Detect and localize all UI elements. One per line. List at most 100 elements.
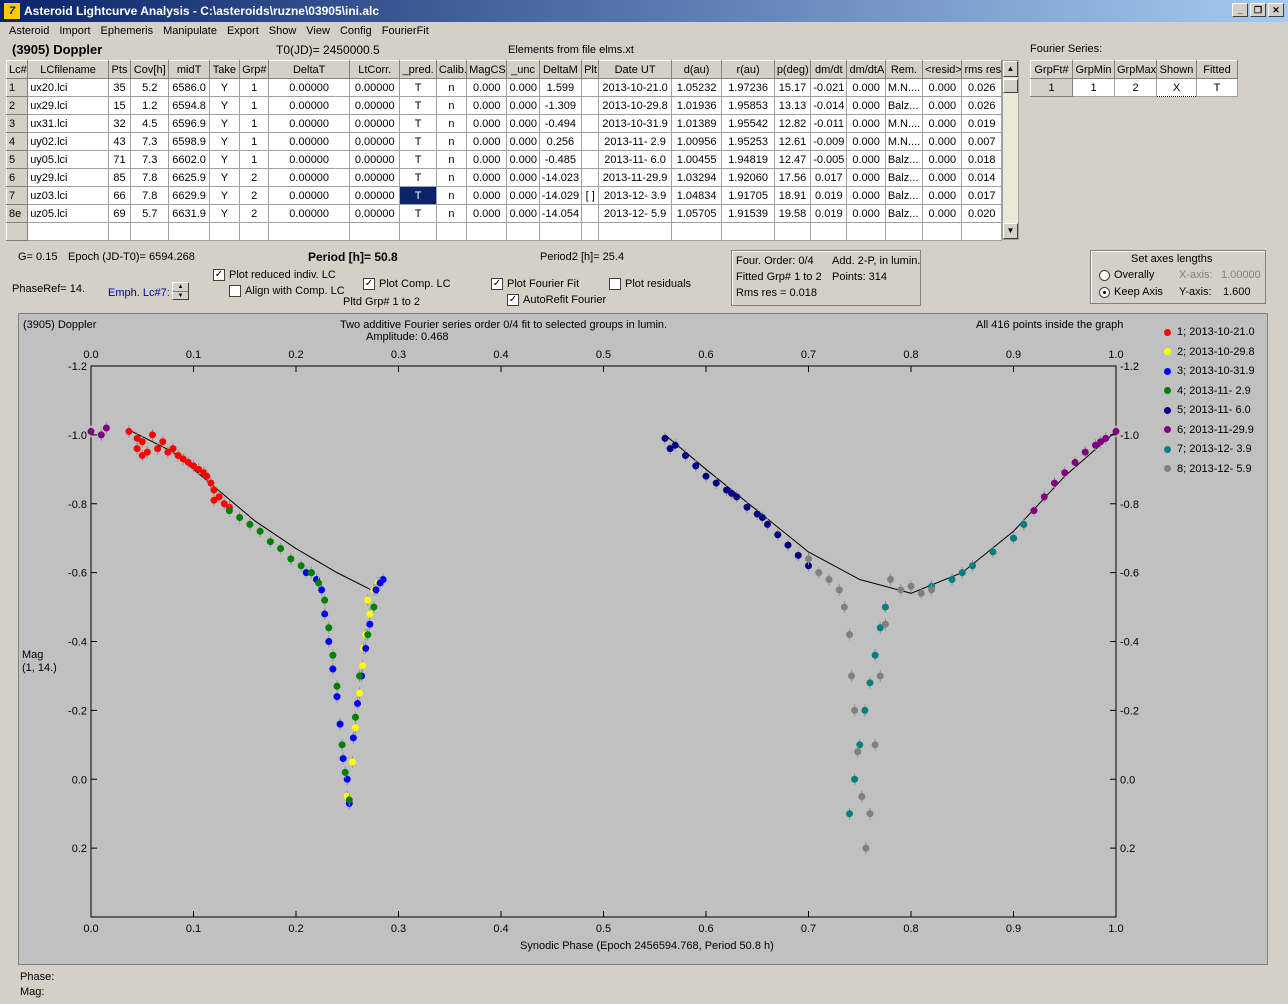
col-header[interactable]: MagCS [466,60,508,79]
table-cell[interactable]: uz03.lci [27,186,109,205]
table-cell[interactable] [466,222,508,241]
checkbox-checked-icon[interactable]: ✓ [363,278,375,291]
table-cell[interactable] [581,168,600,187]
scroll-thumb[interactable] [1003,79,1018,93]
table-cell[interactable]: -0.485 [538,150,583,169]
table-cell[interactable] [721,222,775,241]
checkbox-checked-icon[interactable]: ✓ [491,278,503,291]
table-cell[interactable] [922,222,963,241]
table-cell[interactable]: -0.021 [810,78,848,97]
lightcurve-chart[interactable]: 0.0 0.0 0.1 0.1 0.2 0.2 0.3 0.3 0.4 0.4 0.5 0.5 0.6 0… [19,314,1269,966]
table-cell[interactable]: 0.000 [506,78,540,97]
table-cell[interactable]: 43 [107,132,132,151]
table-cell[interactable]: T [399,204,437,223]
row-header[interactable]: 4 [5,132,29,151]
col-header[interactable]: Grp# [239,60,270,79]
table-cell[interactable]: Y [208,132,241,151]
table-cell[interactable] [581,114,600,133]
table-cell[interactable]: 0.000 [466,186,508,205]
minimize-button[interactable]: _ [1232,3,1248,17]
table-cell[interactable]: 0.007 [961,132,1002,151]
table-cell[interactable]: 1.05705 [670,204,723,223]
table-cell[interactable]: 0.000 [466,168,508,187]
table-cell[interactable]: -0.011 [810,114,848,133]
table-cell[interactable]: 0.000 [846,114,886,133]
table-cell[interactable]: 0.00000 [349,204,401,223]
table-cell[interactable]: 0.00000 [349,150,401,169]
scroll-up-icon[interactable]: ▲ [1003,61,1018,77]
table-cell[interactable]: -14.054 [538,204,583,223]
table-cell[interactable]: 85 [107,168,132,187]
table-cell[interactable]: 1.91539 [721,204,775,223]
table-cell[interactable]: Balz... [884,204,924,223]
table-cell[interactable]: T [399,132,437,151]
spin-up-icon[interactable]: ▲ [173,283,188,292]
table-cell[interactable]: 0.000 [846,96,886,115]
radio-off-icon[interactable] [1099,269,1110,281]
col-header[interactable]: LtCorr. [349,60,401,79]
table-cell[interactable]: Balz... [884,96,924,115]
table-row-empty[interactable] [5,222,1002,241]
table-cell[interactable]: 0.018 [961,150,1002,169]
row-header[interactable]: 5 [5,150,29,169]
row-header[interactable]: 1 [5,78,29,97]
radio-on-icon[interactable] [1099,286,1110,298]
fourier-cell-fitted[interactable]: T [1196,78,1238,97]
table-cell[interactable] [581,96,600,115]
checkbox-checked-icon[interactable]: ✓ [213,269,225,282]
table-cell[interactable]: 0.000 [922,168,963,187]
col-header[interactable]: Cov[h] [130,60,170,79]
table-cell[interactable]: 0.00000 [268,204,351,223]
table-row[interactable]: 3 ux31.lci 32 4.5 6596.9 Y 1 0.00000 0.00000 Tn 0.… [5,114,1002,133]
table-cell[interactable]: M.N.... [884,114,924,133]
table-cell[interactable]: Balz... [884,168,924,187]
plot-fourier-checkbox[interactable]: ✓ Plot Fourier Fit [491,278,579,291]
table-cell[interactable]: 66 [107,186,132,205]
fourier-cell-grpft[interactable]: 1 [1030,78,1073,97]
table-cell[interactable]: 0.000 [922,204,963,223]
table-cell[interactable]: 2 [239,204,270,223]
plot-comp-checkbox[interactable]: ✓ Plot Comp. LC [363,278,451,291]
table-row[interactable]: 8e uz05.lci 69 5.7 6631.9 Y 2 0.00000 0.00000 Tn 0… [5,204,1002,223]
table-cell[interactable]: 15 [107,96,132,115]
table-cell[interactable]: 1 [239,78,270,97]
table-cell[interactable]: 0.014 [961,168,1002,187]
table-cell[interactable]: 32 [107,114,132,133]
table-cell[interactable]: 7.3 [130,150,170,169]
col-header[interactable]: rms res [961,60,1002,79]
table-cell[interactable] [506,222,540,241]
table-cell[interactable]: 0.000 [922,186,963,205]
table-cell[interactable]: 0.000 [846,186,886,205]
table-cell[interactable]: uy29.lci [27,168,109,187]
table-cell[interactable]: 0.000 [846,150,886,169]
table-cell[interactable]: 0.00000 [268,114,351,133]
table-cell[interactable]: 4.5 [130,114,170,133]
menu-export[interactable]: Export [222,25,264,37]
plot-panel[interactable]: (3905) Doppler Two additive Fourier seri… [18,313,1268,965]
col-header[interactable]: DeltaM [538,60,583,79]
row-header[interactable]: 8e [5,204,29,223]
plot-residuals-checkbox[interactable]: Plot residuals [609,278,691,291]
table-cell[interactable]: 0.000 [466,150,508,169]
table-cell[interactable] [581,132,600,151]
table-cell[interactable]: 6602.0 [168,150,210,169]
row-header[interactable]: 7 [5,186,29,205]
table-cell[interactable]: 2013-12- 3.9 [598,186,672,205]
table-cell[interactable]: Balz... [884,150,924,169]
col-header[interactable]: Lc# [5,60,29,79]
table-cell[interactable]: T [399,114,437,133]
table-cell[interactable]: 12.61 [773,132,812,151]
table-cell[interactable]: 1.599 [538,78,583,97]
col-header[interactable]: midT [168,60,210,79]
table-cell[interactable]: 0.00000 [268,168,351,187]
table-cell[interactable]: 1.00956 [670,132,723,151]
table-cell[interactable]: 7.3 [130,132,170,151]
emph-spinner[interactable]: ▲ ▼ [172,282,189,300]
table-cell[interactable]: 1.01936 [670,96,723,115]
menu-fourierfit[interactable]: FourierFit [377,25,434,37]
table-cell[interactable]: T [399,168,437,187]
menu-ephemeris[interactable]: Ephemeris [96,25,159,37]
table-cell[interactable]: 1.94819 [721,150,775,169]
table-cell[interactable]: 2 [239,168,270,187]
menu-show[interactable]: Show [264,25,302,37]
